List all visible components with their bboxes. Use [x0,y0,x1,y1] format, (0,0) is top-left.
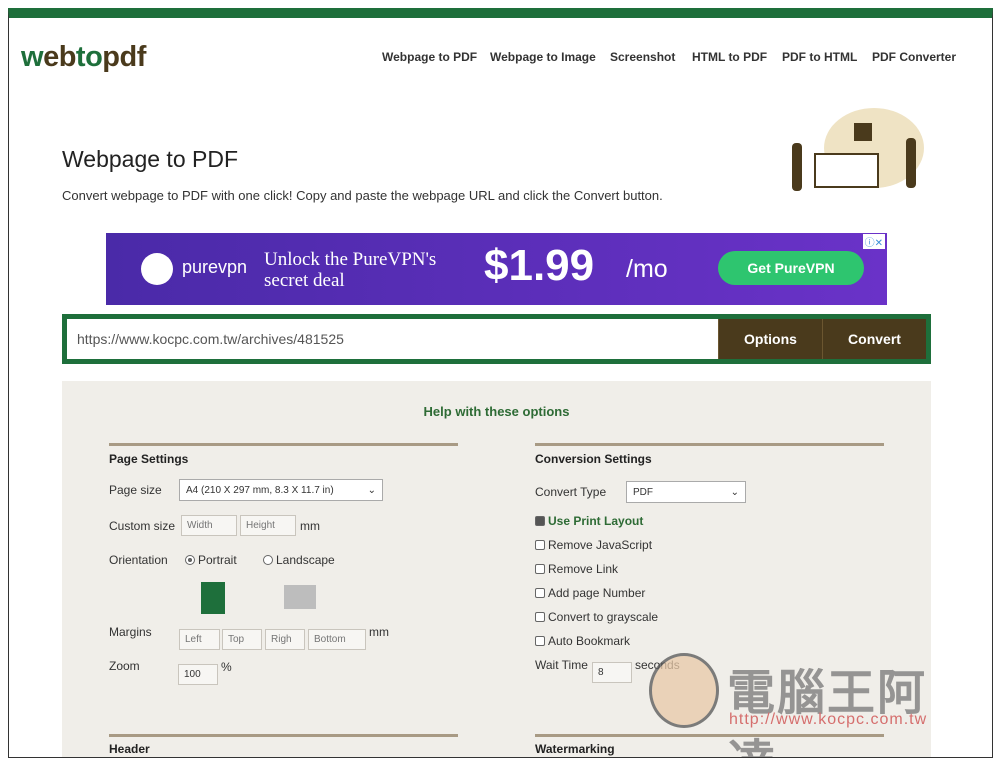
convert-type-value: PDF [633,486,653,498]
checkbox-icon[interactable] [535,588,545,598]
margin-left-input[interactable] [179,629,220,650]
nav-screenshot[interactable]: Screenshot [610,50,675,64]
landscape-label: Landscape [276,553,335,567]
custom-size-label: Custom size [109,519,176,533]
checkbox-icon[interactable] [535,636,545,646]
page-size-select[interactable]: A4 (210 X 297 mm, 8.3 X 11.7 in) ⌄ [179,479,383,501]
width-input[interactable] [181,515,237,536]
portrait-radio[interactable]: Portrait [185,553,237,567]
ad-unit: /mo [626,255,668,283]
option-grayscale[interactable]: Convert to grayscale [535,610,658,624]
margins-label: Margins [109,625,152,639]
margin-bottom-input[interactable] [308,629,366,650]
page-settings-title: Page Settings [109,452,189,466]
divider [109,443,458,446]
mm-unit: mm [369,625,389,639]
nav-pdf-to-html[interactable]: PDF to HTML [782,50,857,64]
page-title: Webpage to PDF [62,146,239,172]
wait-time-input[interactable] [592,662,632,683]
option-remove-javascript[interactable]: Remove JavaScript [535,538,652,552]
landscape-icon[interactable] [284,585,316,609]
margin-top-input[interactable] [222,629,262,650]
conversion-settings-title: Conversion Settings [535,452,652,466]
convert-type-select[interactable]: PDF ⌄ [626,481,746,503]
ad-brand: purevpn [182,257,248,277]
divider [109,734,458,737]
page-size-label: Page size [109,483,162,497]
divider [535,443,884,446]
option-use-print-layout[interactable]: Use Print Layout [535,514,643,528]
nav-webpage-to-image[interactable]: Webpage to Image [490,50,596,64]
ad-price: $1.99 [484,241,595,290]
option-add-page-number[interactable]: Add page Number [535,586,645,600]
hero-illustration [784,103,934,198]
mm-unit: mm [300,519,320,533]
convert-button[interactable]: Convert [822,319,926,359]
checkbox-icon[interactable] [535,540,545,550]
option-label: Use Print Layout [548,514,644,528]
orientation-label: Orientation [109,553,168,567]
nav-webpage-to-pdf[interactable]: Webpage to PDF [382,50,477,64]
margin-right-input[interactable] [265,629,305,650]
height-input[interactable] [240,515,296,536]
landscape-radio[interactable]: Landscape [263,553,335,567]
wait-time-label: Wait Time [535,658,588,672]
zoom-label: Zoom [109,659,140,673]
checkbox-checked-icon[interactable] [535,516,545,526]
ad-banner[interactable]: purevpn Unlock the PureVPN's secret deal… [106,233,887,305]
ad-cta-button[interactable]: Get PureVPN [718,251,864,285]
nav-html-to-pdf[interactable]: HTML to PDF [692,50,767,64]
checkbox-icon[interactable] [535,564,545,574]
url-input[interactable] [67,319,718,359]
option-label: Remove Link [548,562,619,576]
nav-pdf-converter[interactable]: PDF Converter [872,50,956,64]
portrait-label: Portrait [198,553,237,567]
watermark-logo: 電腦王阿達 http://www.kocpc.com.tw [649,648,959,757]
mascot-face-icon [649,653,719,728]
checkbox-icon[interactable] [535,612,545,622]
watermarking-title: Watermarking [535,742,615,756]
url-form: Options Convert [62,314,931,364]
option-label: Convert to grayscale [548,610,659,624]
page-size-value: A4 (210 X 297 mm, 8.3 X 11.7 in) [186,484,334,496]
zoom-input[interactable] [178,664,218,685]
header-title: Header [109,742,150,756]
browser-frame: webtopdf Webpage to PDF Webpage to Image… [8,8,993,758]
percent-unit: % [221,660,232,674]
help-link[interactable]: Help with these options [62,404,931,419]
chevron-down-icon: ⌄ [367,484,376,496]
option-label: Remove JavaScript [548,538,653,552]
option-label: Auto Bookmark [548,634,631,648]
purevpn-logo-icon [141,253,173,285]
logo[interactable]: webtopdf [21,41,146,74]
option-auto-bookmark[interactable]: Auto Bookmark [535,634,630,648]
portrait-icon[interactable] [201,582,225,614]
option-label: Add page Number [548,586,646,600]
option-remove-link[interactable]: Remove Link [535,562,618,576]
chevron-down-icon: ⌄ [730,486,739,498]
ad-close-icon[interactable]: ⓘ✕ [862,234,885,249]
page-subtitle: Convert webpage to PDF with one click! C… [62,188,663,203]
ad-headline: Unlock the PureVPN's secret deal [264,249,437,291]
options-button[interactable]: Options [718,319,822,359]
convert-type-label: Convert Type [535,485,607,499]
